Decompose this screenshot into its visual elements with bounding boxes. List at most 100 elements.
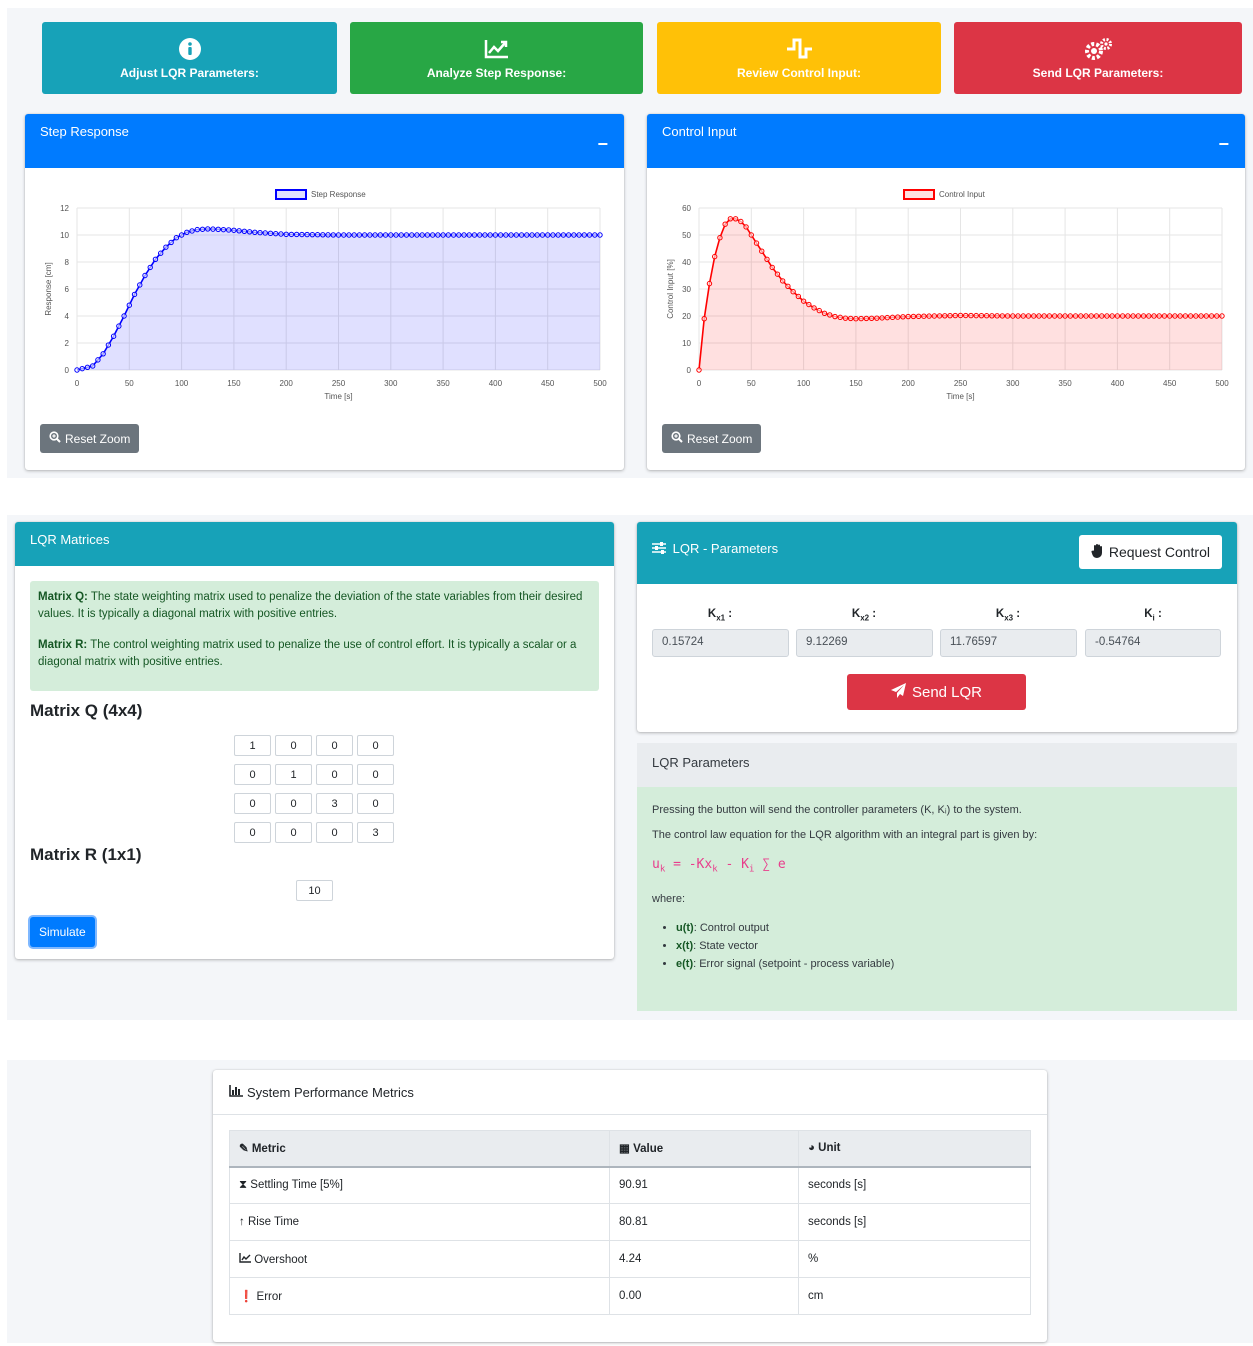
control-x-tick-label: 250	[954, 379, 968, 388]
control-data-point	[1172, 313, 1178, 319]
control-data-point	[1208, 313, 1215, 319]
control-data-point	[847, 315, 854, 322]
control-law-equation: uk = -Kxk - Ki ∑ e	[652, 857, 786, 875]
matrix-q-cell[interactable]: 0	[234, 793, 271, 814]
matrix-q-cell[interactable]: 0	[357, 764, 394, 785]
arrow-up-icon: ↑	[239, 1216, 245, 1228]
step-data-point	[199, 226, 206, 232]
control-y-tick-label: 40	[682, 258, 691, 267]
control-data-point	[1109, 313, 1115, 319]
control-data-point	[1088, 313, 1094, 319]
step-data-point	[131, 291, 138, 298]
control-data-point	[1046, 313, 1053, 319]
matrix-q-cell[interactable]: 0	[275, 822, 312, 843]
step-data-point	[142, 272, 148, 279]
k-x2-label: Kx2 :	[851, 608, 877, 623]
step-data-point	[288, 231, 295, 238]
matrix-q-heading: Matrix Q (4x4)	[30, 701, 143, 720]
step-data-point	[555, 232, 561, 238]
k-x3-field[interactable]: 11.76597	[940, 629, 1077, 657]
control-data-point	[947, 312, 953, 319]
value-column-header: ▦ Value	[609, 1130, 799, 1168]
matrix-q-cell[interactable]: 0	[275, 793, 312, 814]
step-x-tick-label: 100	[175, 379, 189, 388]
control-data-point	[905, 313, 911, 320]
matrix-r-input[interactable]: 10	[296, 880, 333, 901]
table-row: ❗ Error 0.00 cm	[229, 1277, 1031, 1315]
step-data-point	[236, 228, 242, 234]
k-i-field[interactable]: -0.54764	[1085, 629, 1221, 657]
control-data-point	[1093, 313, 1100, 319]
control-data-point	[999, 313, 1006, 319]
adjust-lqr-label: Adjust LQR Parameters:	[120, 66, 259, 80]
control-data-point	[900, 314, 906, 320]
metric-column-header: ✎ Metric	[229, 1130, 610, 1168]
matrix-q-label: Matrix Q:	[38, 591, 88, 603]
step-data-point	[84, 364, 91, 371]
matrix-q-cell[interactable]: 3	[316, 793, 353, 814]
lqr-info-body: Pressing the button will send the contro…	[637, 787, 1237, 1011]
step-data-point	[419, 232, 425, 238]
lqr-parameters-title: LQR - Parameters	[672, 541, 779, 556]
control-data-point	[711, 253, 718, 260]
step-response-chart[interactable]: 0 50 100 150 200 250 300 350 400 450 500 0 2 4 6 8 10 12 T…	[25, 168, 624, 468]
control-data-point	[868, 315, 875, 321]
step-data-point	[356, 232, 363, 238]
control-data-point	[811, 305, 817, 311]
step-data-point	[126, 302, 133, 308]
analyze-step-button[interactable]: Analyze Step Response:	[350, 22, 643, 94]
k-x1-label: Kx1 :	[707, 608, 733, 623]
simulate-button[interactable]: Simulate	[30, 917, 95, 947]
hand-icon	[1091, 543, 1105, 561]
matrix-q-cell[interactable]: 0	[234, 822, 271, 843]
search-plus-icon	[49, 431, 61, 446]
matrix-q-cell[interactable]: 3	[357, 822, 394, 843]
control-x-axis-label: Time [s]	[946, 392, 974, 401]
matrix-r-heading: Matrix R (1x1)	[30, 845, 142, 864]
matrix-q-cell[interactable]: 0	[316, 735, 353, 756]
control-data-point	[973, 312, 979, 319]
matrix-q-cell[interactable]: 1	[234, 735, 271, 756]
matrix-q-cell[interactable]: 1	[275, 764, 312, 785]
control-input-chart[interactable]: 0 50 100 150 200 250 300 350 400 450 500 0 10 20 30 40 5…	[647, 168, 1245, 468]
control-data-point	[722, 221, 728, 227]
control-data-point	[1078, 313, 1084, 319]
step-data-point	[304, 231, 310, 238]
control-data-point	[1198, 313, 1204, 319]
k-x1-field[interactable]: 0.15724	[652, 629, 789, 657]
step-x-tick-label: 0	[75, 379, 80, 388]
send-lqr-top-button[interactable]: Send LQR Parameters:	[954, 22, 1242, 94]
step-y-tick-label: 12	[60, 204, 69, 213]
step-data-point	[246, 229, 253, 235]
matrix-q-cell[interactable]: 0	[234, 764, 271, 785]
control-data-point	[884, 314, 890, 321]
matrix-q-cell[interactable]: 0	[357, 735, 394, 756]
collapse-control-button[interactable]: −	[1218, 134, 1229, 155]
step-data-point	[100, 351, 106, 357]
matrix-q-cell[interactable]: 0	[316, 822, 353, 843]
step-data-point	[382, 232, 389, 238]
matrix-q-cell[interactable]: 0	[316, 764, 353, 785]
step-x-tick-label: 250	[332, 379, 346, 388]
send-lqr-button[interactable]: Send LQR	[847, 674, 1026, 710]
paper-plane-icon	[890, 682, 907, 702]
matrix-q-cell[interactable]: 0	[275, 735, 312, 756]
adjust-lqr-button[interactable]: Adjust LQR Parameters:	[42, 22, 337, 94]
step-reset-zoom-button[interactable]: Reset Zoom	[40, 424, 140, 453]
k-x2-field[interactable]: 9.12269	[796, 629, 933, 657]
control-data-point	[800, 298, 807, 304]
step-data-point	[173, 235, 180, 241]
step-area-fill	[77, 228, 600, 370]
control-input-title: Control Input	[662, 124, 737, 139]
control-data-point	[1015, 313, 1021, 319]
step-data-point	[445, 232, 452, 238]
matrix-q-cell[interactable]: 0	[357, 793, 394, 814]
step-data-point	[424, 232, 431, 238]
control-reset-zoom-button[interactable]: Reset Zoom	[662, 424, 762, 453]
step-data-point	[497, 232, 504, 238]
collapse-step-button[interactable]: −	[597, 134, 608, 155]
step-data-point	[477, 232, 483, 238]
review-control-button[interactable]: Review Control Input:	[657, 22, 941, 94]
step-data-point	[157, 250, 164, 256]
request-control-button[interactable]: Request Control	[1078, 535, 1222, 569]
